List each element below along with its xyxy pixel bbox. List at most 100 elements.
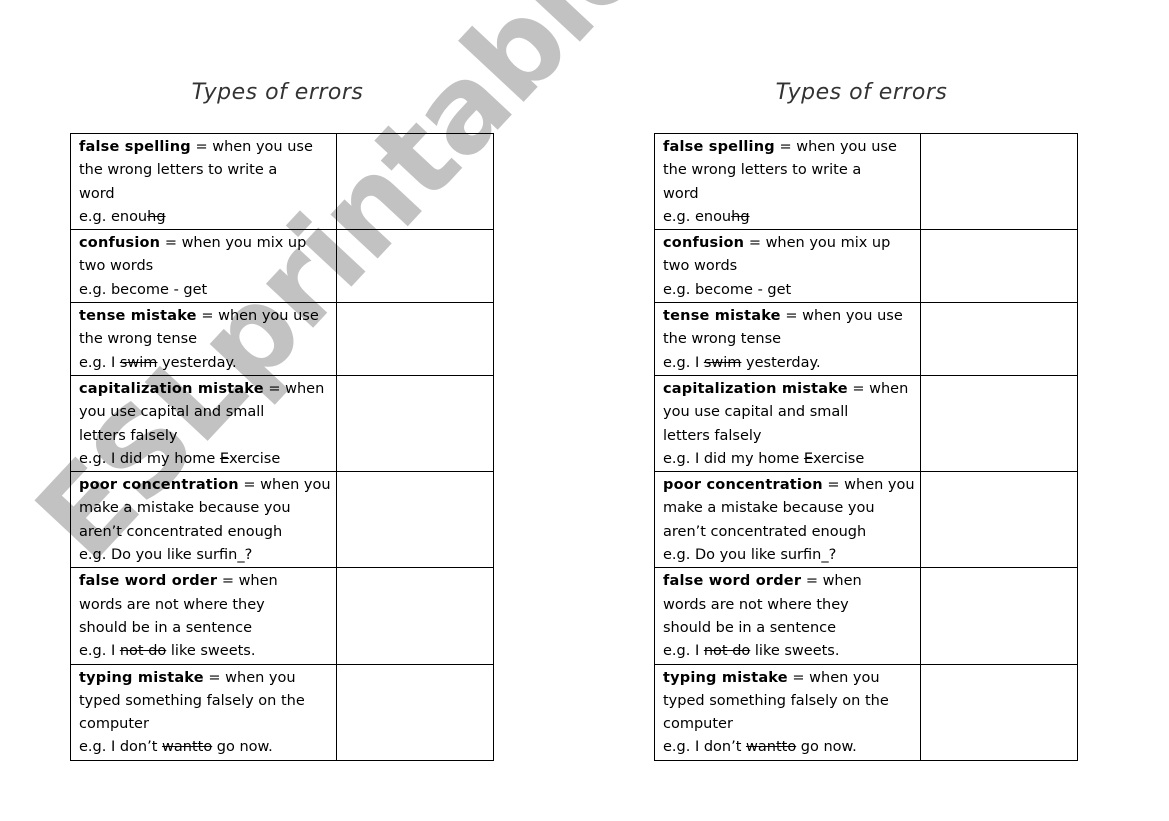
example-text: e.g. Do you like surfin_? <box>663 547 837 564</box>
definition-line: tense mistake = when you use <box>79 305 336 328</box>
page-title: Types of errors <box>191 80 364 105</box>
example-line: e.g. I swim yesterday. <box>663 352 920 375</box>
definition-line: should be in a sentence <box>79 619 253 636</box>
example-line: e.g. enouhg <box>663 206 920 229</box>
answer-cell[interactable] <box>336 374 494 473</box>
struck-error-text: not do <box>119 643 167 660</box>
definition-text: = when you <box>208 669 296 686</box>
definition-line: capitalization mistake = when <box>663 378 920 401</box>
definition-line: you use capital and small <box>79 404 265 421</box>
definition-line: the wrong tense <box>79 331 198 348</box>
answer-cell[interactable] <box>920 567 1078 665</box>
definition-line: word <box>79 185 115 202</box>
definition-text: = when you mix up <box>748 235 891 252</box>
table-row: false word order = when words are not whe… <box>70 567 494 665</box>
answer-cell[interactable] <box>920 229 1078 304</box>
struck-error-text: hg <box>147 208 166 225</box>
error-term: false spelling <box>79 139 191 155</box>
definition-line: make a mistake because you <box>663 500 875 517</box>
definition-line: tense mistake = when you use <box>663 305 920 328</box>
example-text: e.g. enou <box>663 208 732 225</box>
struck-error-text: not do <box>703 643 751 660</box>
definition-line: letters falsely <box>79 427 178 444</box>
definition-text: = when <box>805 573 862 590</box>
error-types-table: false spelling = when you use the wrong l… <box>654 132 1078 761</box>
example-line: e.g. Do you like surfin_? <box>79 544 336 567</box>
definition-line: capitalization mistake = when <box>79 378 336 401</box>
definition-text: = when <box>852 380 909 397</box>
table-row: false word order = when words are not whe… <box>654 567 1078 665</box>
definition-line: false word order = when <box>79 570 336 593</box>
definition-line: words are not where they <box>663 596 849 613</box>
answer-cell[interactable] <box>920 471 1078 569</box>
example-text: e.g. become - get <box>79 281 208 298</box>
example-line: e.g. Do you like surfin_? <box>663 544 920 567</box>
struck-error-text: E <box>219 450 230 467</box>
definition-line: should be in a sentence <box>663 619 837 636</box>
example-line: e.g. become - get <box>663 279 920 302</box>
definition-cell: tense mistake = when you use the wrong te… <box>70 302 337 376</box>
table-row: typing mistake = when you typed something… <box>70 663 494 761</box>
example-text: xercise <box>229 450 281 467</box>
answer-cell[interactable] <box>336 132 494 231</box>
table-row: false spelling = when you use the wrong l… <box>70 132 494 231</box>
error-term: false spelling <box>663 139 775 155</box>
definition-text: = when you use <box>779 139 897 155</box>
table-row: tense mistake = when you use the wrong te… <box>654 302 1078 376</box>
definition-cell: poor concentration = when you make a mist… <box>654 471 921 569</box>
answer-cell[interactable] <box>336 663 494 761</box>
table-row: confusion = when you mix up two words e.g.… <box>70 229 494 304</box>
table-row: capitalization mistake = when you use cap… <box>70 374 494 473</box>
example-line: e.g. I not do like sweets. <box>663 640 920 663</box>
answer-cell[interactable] <box>920 132 1078 231</box>
definition-line: typed something falsely on the <box>663 692 889 709</box>
definition-line: letters falsely <box>663 427 762 444</box>
struck-error-text: swim <box>703 354 742 371</box>
example-text: e.g. I <box>79 643 120 660</box>
answer-cell[interactable] <box>336 567 494 665</box>
example-text: e.g. enou <box>79 208 148 225</box>
struck-error-text: E <box>803 450 814 467</box>
example-text: like sweets. <box>750 643 840 660</box>
definition-cell: capitalization mistake = when you use cap… <box>70 374 337 473</box>
answer-cell[interactable] <box>920 302 1078 376</box>
definition-cell: typing mistake = when you typed something… <box>70 663 337 761</box>
definition-line: false spelling = when you use <box>79 136 336 159</box>
example-text: e.g. Do you like surfin_? <box>79 547 253 564</box>
example-line: e.g. enouhg <box>79 206 336 229</box>
answer-cell[interactable] <box>920 374 1078 473</box>
example-line: e.g. become - get <box>79 279 336 302</box>
answer-cell[interactable] <box>336 302 494 376</box>
example-line: e.g. I did my home Exercise <box>663 448 920 471</box>
error-term: poor concentration <box>663 477 823 494</box>
answer-cell[interactable] <box>336 229 494 304</box>
definition-line: typed something falsely on the <box>79 692 305 709</box>
table-row: typing mistake = when you typed something… <box>654 663 1078 761</box>
answer-cell[interactable] <box>920 663 1078 761</box>
error-term: poor concentration <box>79 477 239 494</box>
definition-line: you use capital and small <box>663 404 849 421</box>
error-types-table: false spelling = when you use the wrong l… <box>70 132 494 761</box>
definition-cell: confusion = when you mix up two words e.g.… <box>70 229 337 304</box>
example-text: e.g. I did my home <box>663 450 804 467</box>
definition-line: typing mistake = when you <box>663 667 920 690</box>
definition-cell: false spelling = when you use the wrong l… <box>654 132 921 231</box>
example-text: xercise <box>813 450 865 467</box>
definition-line: poor concentration = when you <box>663 474 920 497</box>
example-text: e.g. I <box>663 643 704 660</box>
example-text: e.g. I don’t <box>663 739 747 756</box>
example-line: e.g. I don’t wantto go now. <box>663 736 920 759</box>
definition-line: confusion = when you mix up <box>663 232 920 255</box>
definition-line: words are not where they <box>79 596 265 613</box>
definition-line: make a mistake because you <box>79 500 291 517</box>
definition-line: the wrong tense <box>663 331 782 348</box>
answer-cell[interactable] <box>336 471 494 569</box>
error-term: false word order <box>663 573 802 590</box>
definition-line: false word order = when <box>663 570 920 593</box>
example-line: e.g. I swim yesterday. <box>79 352 336 375</box>
definition-cell: false word order = when words are not whe… <box>654 567 921 665</box>
definition-cell: confusion = when you mix up two words e.g.… <box>654 229 921 304</box>
definition-cell: false spelling = when you use the wrong l… <box>70 132 337 231</box>
table-row: tense mistake = when you use the wrong te… <box>70 302 494 376</box>
definition-text: = when you <box>243 477 331 494</box>
